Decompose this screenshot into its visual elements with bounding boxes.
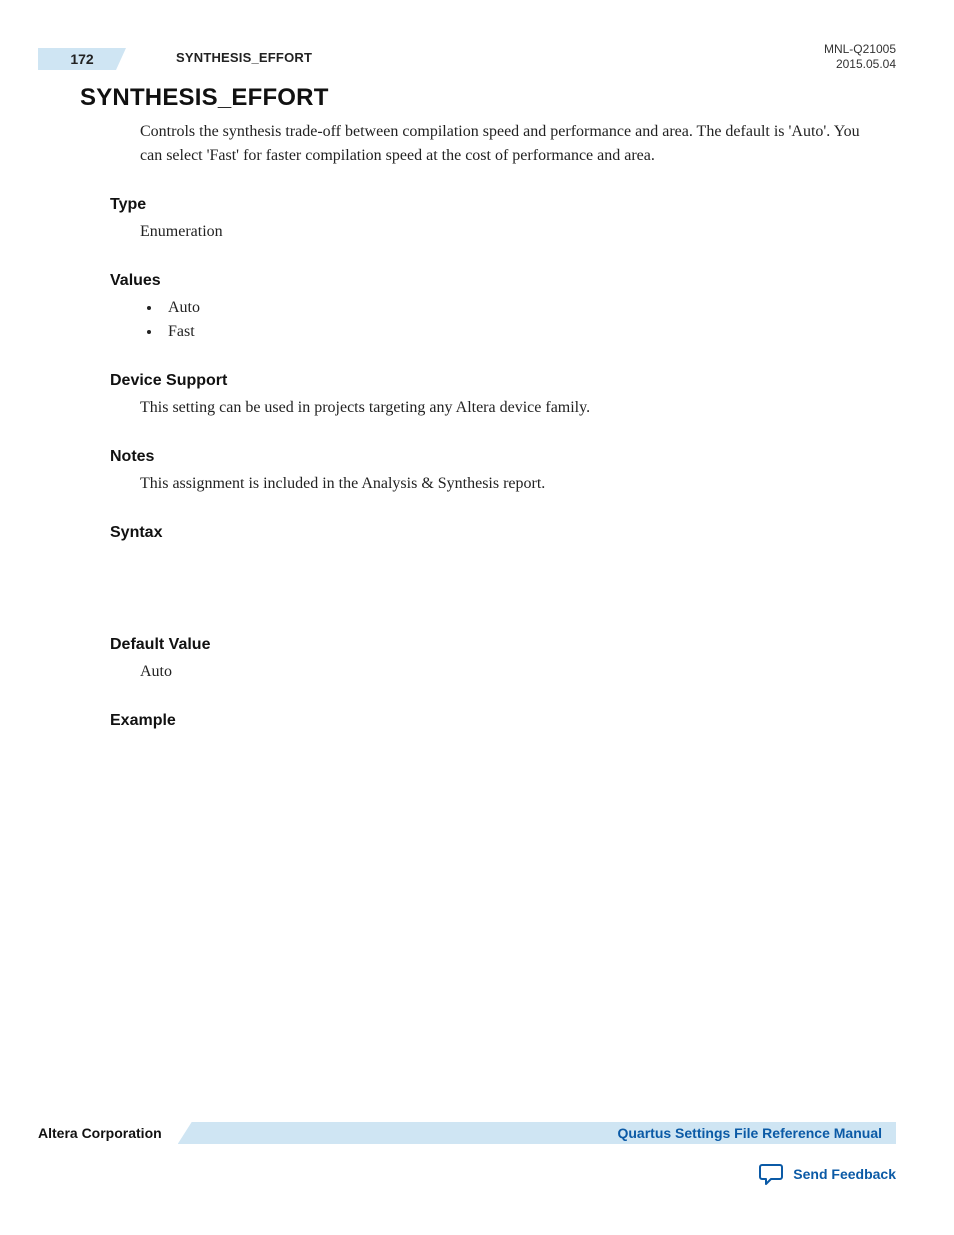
page-number-tab: 172 xyxy=(38,48,126,70)
section-heading: Device Support xyxy=(110,372,896,390)
section-body xyxy=(140,548,896,608)
section-body: This setting can be used in projects tar… xyxy=(140,396,896,420)
send-feedback-link[interactable]: Send Feedback xyxy=(793,1166,896,1182)
doc-id: MNL-Q21005 xyxy=(824,42,896,57)
section-notes: Notes This assignment is included in the… xyxy=(110,448,896,496)
section-body: Auto xyxy=(140,660,896,684)
section-syntax: Syntax xyxy=(110,524,896,608)
manual-link[interactable]: Quartus Settings File Reference Manual xyxy=(617,1125,882,1141)
content: SYNTHESIS_EFFORT Controls the synthesis … xyxy=(80,84,896,736)
page-header: 172 SYNTHESIS_EFFORT MNL-Q21005 2015.05.… xyxy=(38,42,896,76)
running-title: SYNTHESIS_EFFORT xyxy=(176,50,312,65)
section-heading: Default Value xyxy=(110,636,896,654)
section-type: Type Enumeration xyxy=(110,196,896,244)
list-item: Auto xyxy=(162,296,896,320)
section-body: Enumeration xyxy=(140,220,896,244)
doc-id-block: MNL-Q21005 2015.05.04 xyxy=(824,42,896,72)
section-default-value: Default Value Auto xyxy=(110,636,896,684)
page: 172 SYNTHESIS_EFFORT MNL-Q21005 2015.05.… xyxy=(0,0,954,1235)
doc-date: 2015.05.04 xyxy=(824,57,896,72)
section-heading: Example xyxy=(110,712,896,730)
values-list: Auto Fast xyxy=(140,296,896,344)
feedback-row: Send Feedback xyxy=(38,1163,896,1185)
footer-bar: Altera Corporation Quartus Settings File… xyxy=(38,1121,896,1145)
page-footer: Altera Corporation Quartus Settings File… xyxy=(38,1121,896,1185)
intro-paragraph: Controls the synthesis trade-off between… xyxy=(140,120,860,168)
footer-ribbon: Quartus Settings File Reference Manual xyxy=(178,1122,896,1144)
section-heading: Type xyxy=(110,196,896,214)
section-example: Example xyxy=(110,712,896,730)
section-body: This assignment is included in the Analy… xyxy=(140,472,896,496)
footer-company: Altera Corporation xyxy=(38,1125,178,1141)
main-heading: SYNTHESIS_EFFORT xyxy=(80,84,896,112)
section-heading: Notes xyxy=(110,448,896,466)
section-heading: Syntax xyxy=(110,524,896,542)
section-heading: Values xyxy=(110,272,896,290)
list-item: Fast xyxy=(162,320,896,344)
speech-bubble-icon xyxy=(759,1163,783,1185)
section-values: Values Auto Fast xyxy=(110,272,896,344)
section-device-support: Device Support This setting can be used … xyxy=(110,372,896,420)
